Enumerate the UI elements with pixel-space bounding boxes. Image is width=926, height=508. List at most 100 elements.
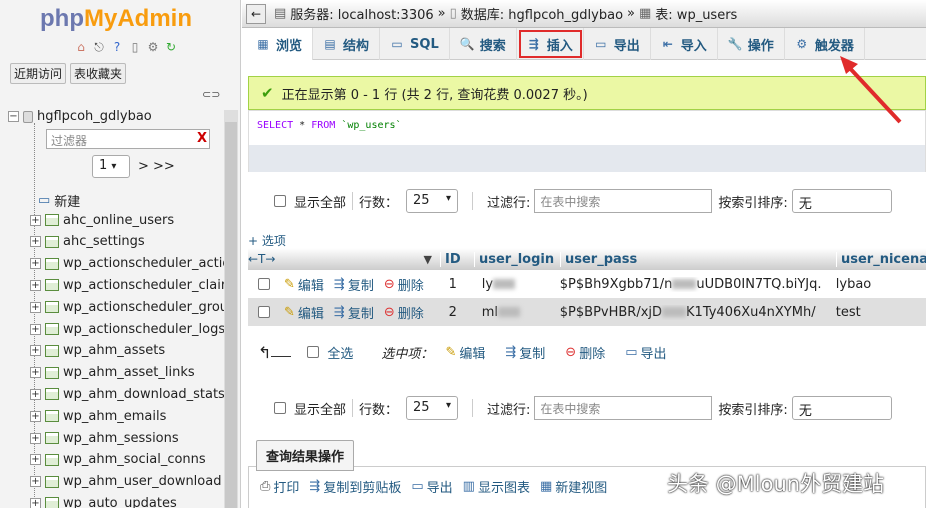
sidebar-table-item[interactable]: + wp_actionscheduler_logs [30,319,225,339]
settings-icon[interactable]: ⚙ [146,40,160,54]
new-view-button[interactable]: ▦ 新建视图 [540,477,607,496]
table-name[interactable]: wp_actionscheduler_actio [63,256,230,271]
expand-icon[interactable]: + [30,388,41,400]
column-id[interactable]: ID [440,251,474,267]
sidebar-table-item[interactable]: + ahc_online_users [30,210,174,230]
expand-icon[interactable]: + [30,345,41,357]
collapse-icon[interactable]: − [8,111,19,122]
breadcrumb-server[interactable]: 服务器: localhost:3306 [290,4,433,23]
table-name[interactable]: wp_actionscheduler_grou [63,300,228,315]
expand-icon[interactable]: + [30,454,41,466]
scroll-thumb[interactable] [225,122,237,508]
table-name[interactable]: wp_ahm_sessions [63,431,179,446]
table-name[interactable]: wp_auto_updates [63,496,177,508]
database-node[interactable]: − hgflpcoh_gdlybao [8,109,152,124]
filter-rows-input[interactable]: 在表中搜索 [534,189,713,213]
filter-rows-input[interactable]: 在表中搜索 [534,396,713,420]
tab-search[interactable]: 🔍 搜索 [450,28,517,60]
home-icon[interactable]: ⌂ [74,40,88,54]
table-name[interactable]: ahc_settings [63,234,145,249]
expand-icon[interactable]: + [30,214,41,226]
show-chart-button[interactable]: ▥ 显示图表 [463,477,530,496]
delete-link[interactable]: ⊖ 删除 [384,303,424,322]
tab-structure[interactable]: ▤ 结构 [313,28,381,60]
options-link[interactable]: + 选项 [248,232,286,249]
table-name[interactable]: wp_ahm_user_download [63,474,221,489]
bulk-edit-button[interactable]: ✎ 编辑 [445,343,485,362]
show-all-checkbox[interactable] [274,402,286,414]
sidebar-table-item[interactable]: + wp_ahm_user_download [30,472,221,492]
expand-icon[interactable]: + [30,410,41,422]
help-icon[interactable]: ? [110,40,124,54]
column-user-login[interactable]: user_login [474,251,560,267]
recent-tab[interactable]: 近期访问 [10,63,67,84]
expand-icon[interactable]: + [30,258,41,270]
bulk-copy-button[interactable]: ⇶ 复制 [505,343,545,362]
database-name[interactable]: hgflpcoh_gdlybao [37,109,152,124]
back-arrow-icon[interactable]: ← [246,3,266,24]
sidebar-table-item[interactable]: + wp_ahm_social_conns [30,450,206,470]
check-all-checkbox[interactable] [307,346,320,358]
table-name[interactable]: wp_ahm_emails [63,409,166,424]
copy-clipboard-button[interactable]: ⇶ 复制到剪贴板 [309,477,401,496]
tab-import[interactable]: ⇤ 导入 [651,28,718,60]
row-checkbox[interactable] [258,278,270,290]
table-name[interactable]: ahc_online_users [63,213,174,228]
clear-filter-icon[interactable]: X [197,131,207,146]
expand-icon[interactable]: + [30,279,41,291]
tab-insert[interactable]: ⇶ 插入 [517,28,584,60]
edit-link[interactable]: ✎ 编辑 [284,275,324,294]
table-filter-input[interactable]: 过滤器 [46,129,210,149]
table-name[interactable]: wp_actionscheduler_clair [63,278,226,293]
expand-icon[interactable]: + [30,432,41,444]
reload-icon[interactable]: ↻ [164,40,178,54]
table-name[interactable]: wp_ahm_assets [63,343,165,358]
sort-select[interactable]: 无 [791,189,892,213]
expand-icon[interactable]: + [30,367,41,379]
expand-icon[interactable]: + [30,323,41,335]
sort-arrow-icon[interactable]: ▼ [300,253,440,266]
tab-browse[interactable]: ▦ 浏览 [246,28,314,60]
export-button[interactable]: ▭ 导出 [411,477,452,496]
column-user-pass[interactable]: user_pass [560,251,836,267]
sidebar-table-item[interactable]: + wp_actionscheduler_actio [30,254,230,274]
column-nav-arrows[interactable]: ←T→ [248,252,300,266]
next-page-link[interactable]: > >> [138,159,175,174]
sidebar-table-item[interactable]: + wp_actionscheduler_clair [30,275,226,295]
table-name[interactable]: wp_ahm_social_conns [63,452,206,467]
row-checkbox[interactable] [258,306,270,318]
logout-icon[interactable]: ⎋ [92,40,106,54]
favorites-tab[interactable]: 表收藏夹 [70,63,127,84]
tab-sql[interactable]: ▭ SQL [380,28,450,60]
delete-link[interactable]: ⊖ 删除 [384,275,424,294]
sidebar-table-item[interactable]: + wp_ahm_sessions [30,428,179,448]
bulk-delete-button[interactable]: ⊖ 删除 [565,343,605,362]
expand-icon[interactable]: + [30,497,41,508]
bulk-export-button[interactable]: ▭ 导出 [625,343,666,362]
column-user-nicename[interactable]: user_nicenam [836,251,926,267]
new-table-item[interactable]: ▭ 新建 [38,190,80,210]
expand-icon[interactable]: + [30,476,41,488]
sidebar-table-item[interactable]: + wp_ahm_asset_links [30,363,195,383]
copy-link[interactable]: ⇶ 复制 [334,275,374,294]
print-button[interactable]: ⎙ 打印 [260,477,299,496]
edit-link[interactable]: ✎ 编辑 [284,303,324,322]
table-name[interactable]: wp_ahm_asset_links [63,365,195,380]
sidebar-table-item[interactable]: + wp_actionscheduler_grou [30,297,228,317]
expand-icon[interactable]: + [30,236,41,248]
tab-trigger[interactable]: ⚙ 触发器 [785,28,865,60]
phpmyadmin-logo[interactable]: phpMyAdmin [40,5,192,33]
link-icon[interactable]: ⊂⊃ [202,88,220,101]
show-all-checkbox[interactable] [274,195,286,207]
tab-wrench[interactable]: 🔧 操作 [718,28,785,60]
page-select[interactable]: 1 ▾ [92,155,130,178]
table-name[interactable]: wp_ahm_download_stats [63,387,225,402]
docs-icon[interactable]: ▯ [128,40,142,54]
sidebar-table-item[interactable]: + wp_auto_updates [30,493,177,508]
tab-export[interactable]: ▭ 导出 [584,28,651,60]
sidebar-table-item[interactable]: + wp_ahm_emails [30,406,166,426]
check-all-label[interactable]: 全选 [327,343,353,362]
rows-select[interactable]: 25 ▾ [406,189,459,213]
breadcrumb-table[interactable]: 表: wp_users [655,4,737,23]
sidebar-table-item[interactable]: + wp_ahm_download_stats [30,384,225,404]
